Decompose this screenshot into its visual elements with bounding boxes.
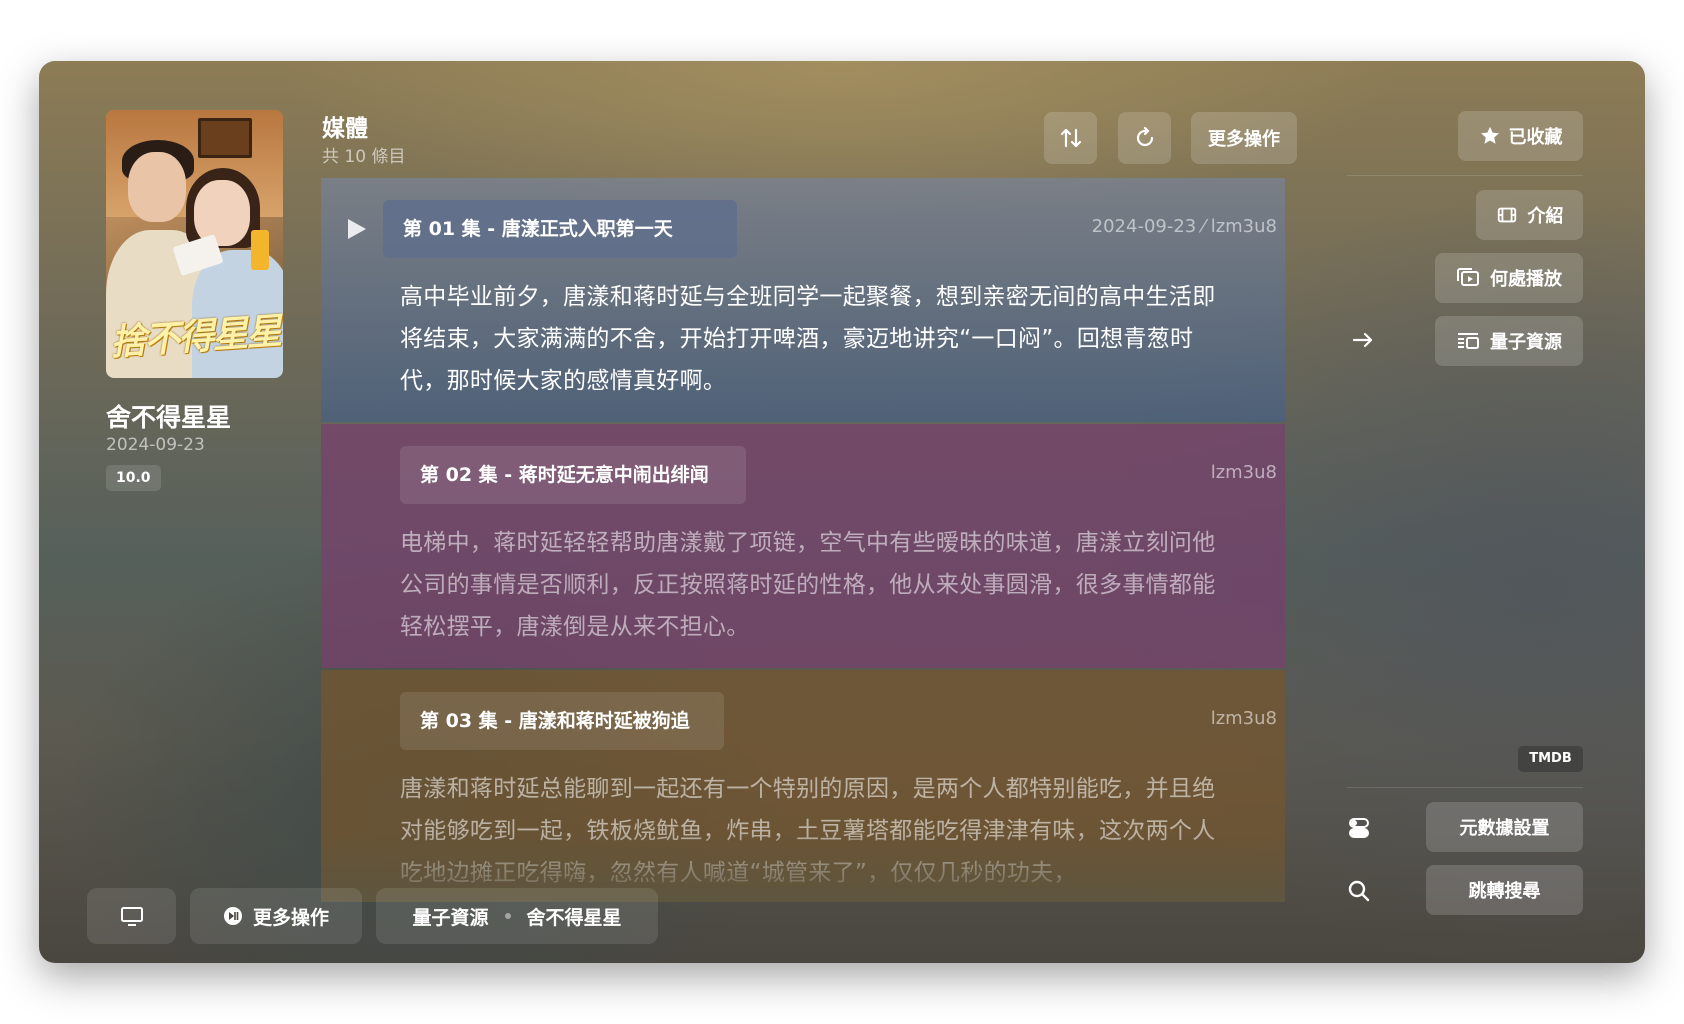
where-to-watch-label: 何處播放 [1490, 269, 1562, 290]
episode-item[interactable]: 第 01 集 - 唐漾正式入职第一天 2024-09-23 ⁄ lzm3u8 高… [321, 178, 1285, 422]
play-pause-icon [223, 907, 242, 925]
monitor-icon [120, 907, 143, 926]
media-section-title: 媒體 [322, 116, 368, 142]
breadcrumb-source[interactable]: 量子資源 [412, 903, 488, 930]
bottom-more-actions-label: 更多操作 [252, 906, 329, 929]
toggle-settings-icon[interactable] [1347, 816, 1371, 840]
poster-cup [251, 230, 269, 270]
breadcrumb-separator [504, 913, 511, 919]
tmdb-badge: TMDB [1518, 746, 1583, 772]
episode-item[interactable]: 第 02 集 - 蒋时延无意中闹出绯闻 lzm3u8 电梯中，蒋时延轻轻帮助唐漾… [321, 424, 1285, 668]
more-actions-button[interactable]: 更多操作 [1191, 112, 1297, 164]
search-icon[interactable] [1347, 879, 1371, 903]
poster-picture-frame [198, 118, 252, 158]
show-date: 2024-09-23 [106, 435, 205, 455]
favorite-label: 已收藏 [1508, 127, 1563, 148]
breadcrumb-title[interactable]: 舍不得星星 [527, 903, 622, 930]
show-title: 舍不得星星 [106, 403, 232, 432]
rating-badge: 10.0 [106, 465, 161, 491]
episode-title[interactable]: 第 03 集 - 唐漾和蒋时延被狗追 [400, 692, 724, 750]
breadcrumb[interactable]: 量子資源 舍不得星星 [376, 888, 658, 944]
favorite-button[interactable]: 已收藏 [1458, 111, 1583, 161]
episode-title[interactable]: 第 01 集 - 唐漾正式入职第一天 [383, 200, 737, 258]
poster-figure-1-face [128, 152, 186, 222]
episode-description: 电梯中，蒋时延轻轻帮助唐漾戴了项链，空气中有些暧昧的味道，唐漾立刻问他公司的事情… [400, 530, 1216, 640]
divider [1347, 175, 1583, 176]
sort-arrows-icon [1060, 128, 1081, 148]
bottom-more-actions-button[interactable]: 更多操作 [190, 888, 362, 944]
episode-title[interactable]: 第 02 集 - 蒋时延无意中闹出绯闻 [400, 446, 746, 504]
film-icon [1497, 207, 1516, 223]
divider [1347, 787, 1583, 788]
screen-button[interactable] [87, 888, 176, 944]
sort-button[interactable] [1044, 112, 1097, 164]
poster-figure-2-face [194, 180, 250, 246]
poster-image[interactable]: 捨不得星星 [106, 110, 283, 378]
metadata-settings-button[interactable]: 元數據設置 [1426, 802, 1583, 852]
source-label: 量子資源 [1490, 332, 1562, 353]
jump-search-button[interactable]: 跳轉搜尋 [1426, 865, 1583, 915]
media-window: 捨不得星星 舍不得星星 2024-09-23 10.0 媒體 共 10 條目 更… [39, 61, 1645, 963]
episode-list[interactable]: 第 01 集 - 唐漾正式入职第一天 2024-09-23 ⁄ lzm3u8 高… [321, 178, 1285, 902]
intro-button[interactable]: 介紹 [1476, 190, 1583, 240]
episode-description: 高中毕业前夕，唐漾和蒋时延与全班同学一起聚餐，想到亲密无间的高中生活即将结束，大… [400, 284, 1216, 394]
episode-meta: 2024-09-23 ⁄ lzm3u8 [1091, 216, 1277, 237]
play-window-icon [1457, 268, 1479, 286]
refresh-icon [1136, 126, 1153, 147]
episode-meta: lzm3u8 [1210, 462, 1277, 483]
arrow-right-icon[interactable] [1350, 327, 1376, 353]
play-icon[interactable] [343, 216, 369, 242]
where-to-watch-button[interactable]: 何處播放 [1435, 253, 1583, 303]
media-count: 共 10 條目 [322, 147, 406, 167]
intro-label: 介紹 [1527, 206, 1564, 227]
episode-meta: lzm3u8 [1210, 708, 1277, 729]
star-icon [1480, 126, 1499, 144]
source-list-icon [1458, 333, 1479, 349]
source-button[interactable]: 量子資源 [1435, 316, 1583, 366]
refresh-button[interactable] [1118, 112, 1171, 164]
